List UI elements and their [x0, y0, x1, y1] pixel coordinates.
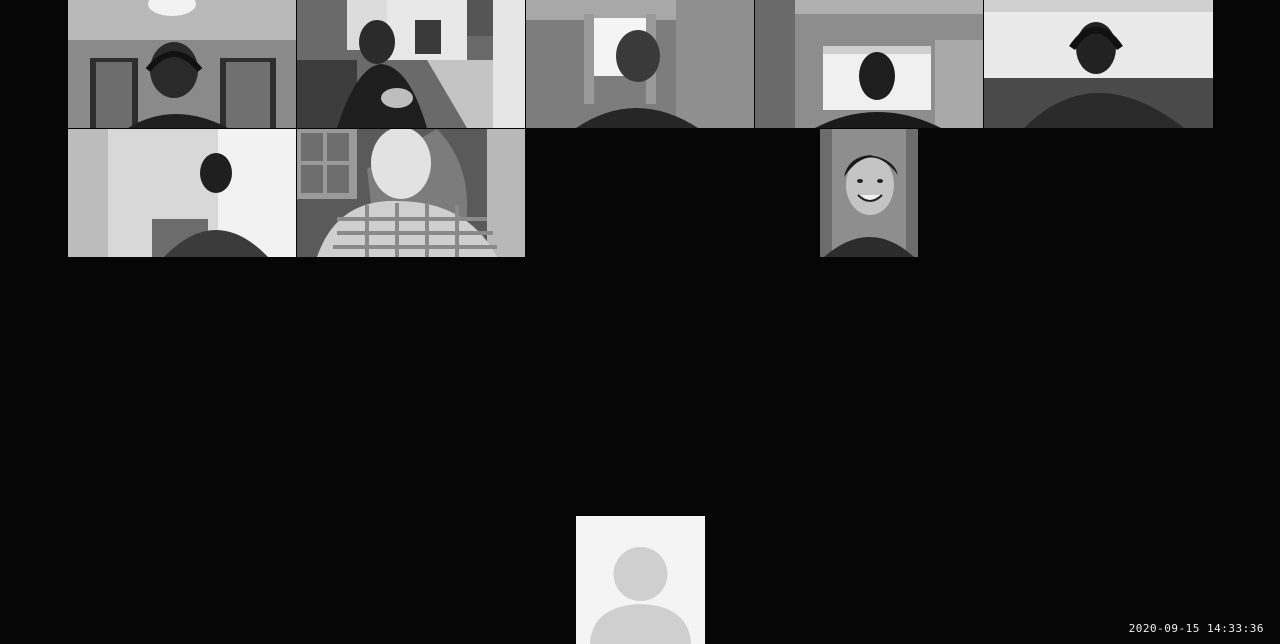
participant-video-frame: [68, 129, 296, 257]
participant-video-tile[interactable]: [68, 0, 296, 128]
participant-video-frame: [68, 0, 296, 128]
participant-video-tile[interactable]: [755, 0, 983, 128]
meeting-gallery-view: 2020-09-15 14:33:36: [0, 0, 1280, 644]
participant-video-frame: [984, 0, 1213, 128]
participant-video-tile[interactable]: [68, 129, 296, 257]
participant-video-tile[interactable]: [297, 129, 525, 257]
participant-video-frame: [755, 0, 983, 128]
participant-video-tile[interactable]: [297, 0, 525, 128]
participant-video-tile[interactable]: [984, 0, 1213, 128]
participant-video-frame: [526, 0, 754, 128]
recording-timestamp: 2020-09-15 14:33:36: [1128, 622, 1264, 635]
self-video-preview[interactable]: [576, 516, 705, 644]
participant-video-frame: [297, 0, 525, 128]
participant-video-tile[interactable]: [820, 129, 918, 257]
user-avatar-placeholder-icon: [576, 516, 705, 644]
participant-video-frame: [297, 129, 525, 257]
participant-video-tile[interactable]: [526, 0, 754, 128]
participant-video-frame: [820, 129, 918, 257]
